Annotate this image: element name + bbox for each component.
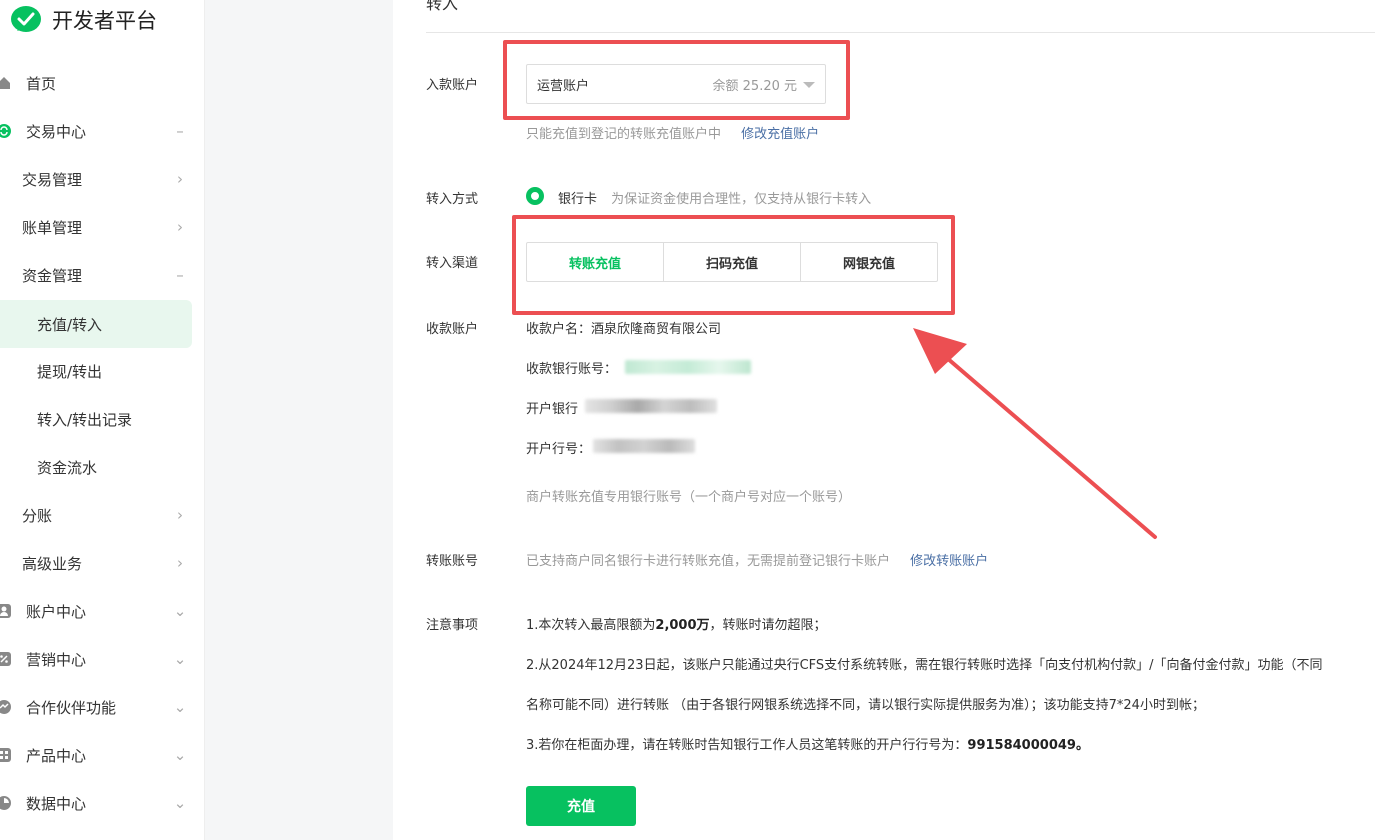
chevron-right-icon: › (177, 218, 183, 236)
sidebar-item-label: 营销中心 (26, 650, 87, 669)
bank-name-label: 开户银行 (526, 402, 579, 417)
sidebar-item-label: 产品中心 (26, 746, 87, 765)
tab-transfer-recharge[interactable]: 转账充值 (527, 243, 664, 281)
chevron-down-icon: ⌄ (173, 602, 187, 620)
sidebar-item-split[interactable]: 分账 › (0, 491, 205, 539)
sidebar-item-label: 高级业务 (22, 554, 83, 573)
tab-scan-recharge[interactable]: 扫码充值 (664, 243, 801, 281)
select-value: 运营账户 (537, 78, 590, 94)
note-line-3: 名称可能不同）进行转账 （由于各银行网银系统选择不同，请以银行实际提供服务为准）… (526, 698, 1205, 713)
page-title: 转入 (426, 0, 459, 13)
transfer-account-hint: 已支持商户同名银行卡进行转账充值，无需提前登记银行卡账户 (526, 554, 891, 569)
recharge-button[interactable]: 充值 (526, 786, 636, 826)
bank-code-value: 991584000049。 (967, 738, 1089, 753)
sidebar-item-label: 交易管理 (22, 170, 83, 189)
sidebar: 开发者平台 首页 交易中心 – 交易管理 › 账单管理 › 资金管理 – 充值/… (0, 0, 205, 840)
note-text: 1.本次转入最高限额为 (526, 618, 656, 633)
brand-title: 开发者平台 (52, 9, 157, 33)
sidebar-item-trade-manage[interactable]: 交易管理 › (0, 155, 205, 203)
note-text: 3.若你在柜面办理，请在转账时告知银行工作人员这笔转账的开户行行号为： (526, 738, 968, 753)
sidebar-item-label: 充值/转入 (37, 315, 103, 334)
note-line-4: 3.若你在柜面办理，请在转账时告知银行工作人员这笔转账的开户行行号为：99158… (526, 734, 1089, 753)
sidebar-item-recharge[interactable]: 充值/转入 (0, 300, 192, 348)
chart-icon (0, 795, 12, 811)
chevron-down-icon: ⌄ (173, 746, 187, 764)
redacted-account-number (625, 360, 751, 374)
payee-name-value: 酒泉欣隆商贸有限公司 (591, 322, 722, 337)
grid-icon (0, 747, 12, 763)
sidebar-item-label: 账单管理 (22, 218, 83, 237)
note-text: ，转账时请勿超限； (709, 618, 827, 633)
user-icon (0, 603, 12, 619)
chevron-right-icon: › (177, 554, 183, 572)
sidebar-item-label: 交易中心 (26, 122, 87, 141)
collapse-icon: – (176, 122, 184, 140)
chevron-right-icon: › (177, 506, 183, 524)
sidebar-item-fund-manage[interactable]: 资金管理 – (0, 251, 205, 299)
sidebar-item-withdraw[interactable]: 提现/转出 (0, 347, 205, 395)
deposit-account-select[interactable]: 运营账户 余额 25.20 元 (526, 64, 826, 104)
sidebar-item-label: 合作伙伴功能 (26, 698, 117, 717)
bank-card-option: 银行卡 (558, 192, 598, 207)
sidebar-item-label: 提现/转出 (37, 362, 103, 381)
redacted-bank-name (585, 399, 717, 413)
transfer-method-label: 转入方式 (426, 192, 479, 207)
modify-transfer-account-link[interactable]: 修改转账账户 (910, 554, 988, 569)
notes-label: 注意事项 (426, 618, 479, 633)
payee-account-label: 收款账户 (426, 322, 479, 337)
sidebar-item-home[interactable]: 首页 (0, 59, 205, 107)
tab-ebank-recharge[interactable]: 网银充值 (801, 243, 937, 281)
sidebar-item-label: 数据中心 (26, 794, 87, 813)
sidebar-item-label: 分账 (22, 506, 53, 525)
payee-name-label: 收款户名： (526, 322, 592, 337)
sidebar-item-label: 资金管理 (22, 266, 83, 285)
transfer-method-hint: 为保证资金使用合理性，仅支持从银行卡转入 (611, 192, 872, 207)
sidebar-item-fund-flow[interactable]: 资金流水 (0, 443, 205, 491)
wechat-logo-icon (11, 6, 41, 32)
sidebar-item-partner[interactable]: 合作伙伴功能 ⌄ (0, 683, 205, 731)
chevron-down-icon: ⌄ (173, 698, 187, 716)
sidebar-item-trade-center[interactable]: 交易中心 – (0, 107, 205, 155)
sidebar-item-label: 首页 (26, 74, 57, 93)
transfer-account-label: 转账账号 (426, 554, 479, 569)
sidebar-item-label: 转入/转出记录 (37, 410, 133, 429)
refresh-icon (0, 123, 12, 139)
chevron-down-icon: ⌄ (173, 794, 187, 812)
sidebar-item-label: 账户中心 (26, 602, 87, 621)
sidebar-item-transfer-records[interactable]: 转入/转出记录 (0, 395, 205, 443)
account-balance: 余额 25.20 元 (712, 78, 797, 94)
bank-card-radio[interactable] (526, 187, 544, 205)
note-limit: 2,000万 (655, 618, 710, 633)
home-icon (0, 75, 12, 91)
divider (426, 32, 1375, 33)
sidebar-item-marketing[interactable]: 营销中心 ⌄ (0, 635, 205, 683)
note-line-1: 1.本次转入最高限额为2,000万，转账时请勿超限； (526, 614, 827, 633)
sidebar-item-advanced[interactable]: 高级业务 › (0, 539, 205, 587)
percent-icon (0, 651, 12, 667)
partner-icon (0, 699, 12, 715)
main-content: 转入 入款账户 运营账户 余额 25.20 元 只能充值到登记的转账充值账户中 … (393, 0, 1375, 840)
sidebar-item-product[interactable]: 产品中心 ⌄ (0, 731, 205, 779)
chevron-down-icon: ⌄ (173, 650, 187, 668)
sidebar-item-data[interactable]: 数据中心 ⌄ (0, 779, 205, 827)
payee-bank-account-label: 收款银行账号： (526, 362, 618, 377)
channel-tabs: 转账充值 扫码充值 网银充值 (526, 242, 938, 282)
redacted-bank-code (593, 439, 695, 453)
bank-code-label: 开户行号： (526, 442, 592, 457)
note-line-2: 2.从2024年12月23日起，该账户只能通过央行CFS支付系统转账，需在银行转… (526, 658, 1323, 673)
modify-recharge-account-link[interactable]: 修改充值账户 (741, 127, 819, 142)
collapse-icon: – (176, 266, 184, 284)
sidebar-item-account-center[interactable]: 账户中心 ⌄ (0, 587, 205, 635)
caret-down-icon (803, 82, 815, 88)
deposit-account-hint: 只能充值到登记的转账充值账户中 (526, 127, 722, 142)
sidebar-item-bill-manage[interactable]: 账单管理 › (0, 203, 205, 251)
deposit-account-label: 入款账户 (426, 78, 479, 93)
brand[interactable]: 开发者平台 (10, 4, 157, 36)
content-gutter (205, 0, 393, 840)
transfer-channel-label: 转入渠道 (426, 256, 479, 271)
sidebar-item-label: 资金流水 (37, 458, 98, 477)
payee-note: 商户转账充值专用银行账号（一个商户号对应一个账号） (526, 490, 852, 505)
chevron-right-icon: › (177, 170, 183, 188)
